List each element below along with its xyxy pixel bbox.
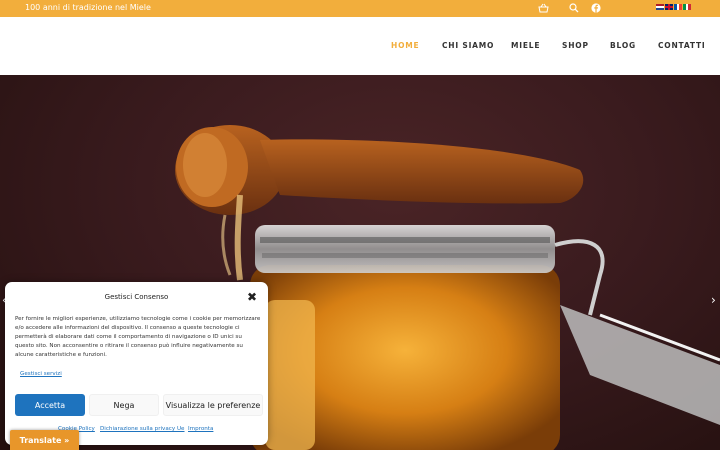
facebook-icon[interactable] [590, 2, 602, 14]
close-icon[interactable]: ✖ [247, 290, 257, 304]
nav-miele[interactable]: MIELE [511, 41, 540, 50]
flag-fr-icon[interactable] [674, 4, 683, 10]
preferences-button[interactable]: Visualizza le preferenze [163, 394, 263, 416]
deny-button[interactable]: Nega [89, 394, 159, 416]
consent-body: Per fornire le migliori esperienze, util… [15, 316, 261, 358]
manage-services-link[interactable]: Gestisci servizi [20, 371, 62, 377]
basket-icon[interactable] [537, 2, 549, 14]
search-icon[interactable] [568, 2, 580, 14]
nav-home[interactable]: HOME [391, 41, 419, 50]
nav-blog[interactable]: BLOG [610, 41, 636, 50]
flag-en-icon[interactable] [665, 4, 673, 10]
tagline: 100 anni di tradizione nel Miele [25, 3, 151, 12]
slider-next-arrow[interactable]: › [711, 293, 716, 307]
language-flags [656, 4, 692, 10]
flag-nl-icon[interactable] [656, 4, 664, 10]
site-header: HOME CHI SIAMO MIELE SHOP BLOG CONTATTI [0, 17, 720, 75]
nav-chi-siamo[interactable]: CHI SIAMO [442, 41, 494, 50]
cookie-consent-dialog: Gestisci Consenso ✖ Per fornire le migli… [5, 282, 268, 445]
top-bar: 100 anni di tradizione nel Miele [0, 0, 720, 17]
translate-button[interactable]: Translate » [10, 430, 79, 450]
nav-shop[interactable]: SHOP [562, 41, 589, 50]
nav-contatti[interactable]: CONTATTI [658, 41, 706, 50]
flag-it-icon[interactable] [683, 4, 692, 10]
consent-title: Gestisci Consenso [104, 293, 169, 301]
imprint-link[interactable]: Impronta [188, 426, 213, 432]
accept-button[interactable]: Accetta [15, 394, 85, 416]
privacy-statement-link[interactable]: Dichiarazione sulla privacy Ue [100, 426, 185, 432]
